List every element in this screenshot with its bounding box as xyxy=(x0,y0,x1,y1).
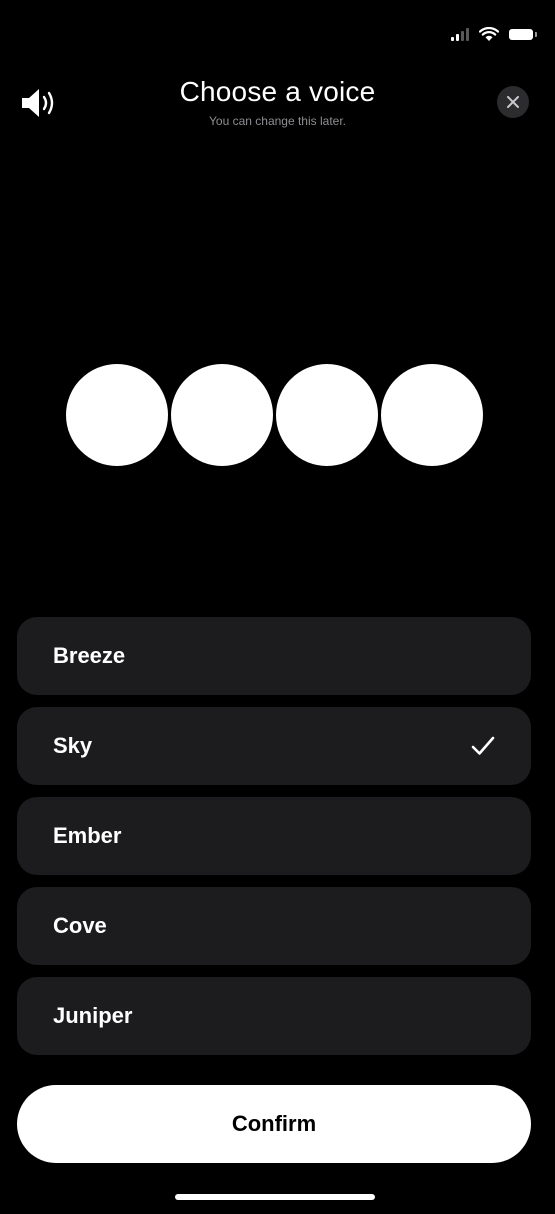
voice-orb xyxy=(66,364,168,466)
voice-option-sky[interactable]: Sky xyxy=(17,707,531,785)
home-indicator[interactable] xyxy=(175,1194,375,1200)
wifi-icon xyxy=(479,26,499,41)
battery-icon xyxy=(509,28,537,40)
checkmark-icon xyxy=(471,736,495,755)
status-bar xyxy=(451,22,537,46)
voice-option-cove[interactable]: Cove xyxy=(17,887,531,965)
voice-label: Breeze xyxy=(53,643,126,668)
voice-orb xyxy=(171,364,273,466)
page-subtitle: You can change this later. xyxy=(209,114,346,128)
close-icon xyxy=(507,96,519,108)
page-title: Choose a voice xyxy=(179,76,376,107)
voice-label: Juniper xyxy=(53,1003,133,1028)
voice-label: Ember xyxy=(53,823,122,848)
voice-orb xyxy=(276,364,378,466)
close-button[interactable] xyxy=(497,86,529,118)
cellular-signal-icon xyxy=(451,27,469,41)
confirm-button[interactable]: Confirm xyxy=(17,1085,531,1163)
voice-list: Breeze Sky Ember Cove Juniper xyxy=(17,617,531,1067)
voice-option-ember[interactable]: Ember xyxy=(17,797,531,875)
voice-label: Cove xyxy=(53,913,107,938)
voice-option-juniper[interactable]: Juniper xyxy=(17,977,531,1055)
voice-label: Sky xyxy=(53,733,93,758)
voice-orb xyxy=(381,364,483,466)
voice-option-breeze[interactable]: Breeze xyxy=(17,617,531,695)
